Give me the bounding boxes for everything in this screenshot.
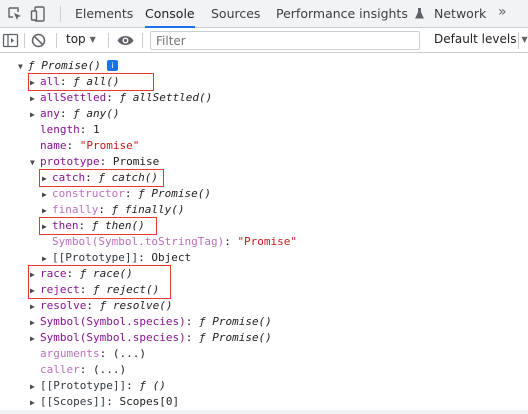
tree-row-arguments[interactable]: arguments: (...) <box>40 346 146 362</box>
tree-row-caller[interactable]: caller: (...) <box>40 362 126 378</box>
tab-sources[interactable]: Sources <box>211 0 260 28</box>
log-levels-label: Default levels <box>434 32 517 46</box>
tab-performance-insights[interactable]: Performance insights <box>276 0 424 28</box>
expand-triangle-icon[interactable]: ▶ <box>30 107 40 123</box>
highlight-box-then <box>39 217 157 235</box>
tab-performance-insights-label: Performance insights <box>276 6 408 21</box>
devtools-tabbar: Elements Console Sources Performance ins… <box>0 0 528 28</box>
expand-triangle-icon[interactable]: ▶ <box>30 395 40 411</box>
toolbar-divider <box>518 32 519 49</box>
tree-row-allsettled[interactable]: ▶ allSettled: ƒ allSettled() <box>30 90 212 106</box>
info-icon[interactable]: i <box>106 60 118 71</box>
tree-row-prototype[interactable]: ▼ prototype: Promise <box>30 154 159 170</box>
console-toolbar: top▼ Default levels▼ <box>0 28 528 53</box>
clear-console-icon[interactable] <box>30 32 47 49</box>
tree-row-prototype-function[interactable]: ▶ [[Prototype]]: ƒ () <box>30 378 166 394</box>
tab-elements[interactable]: Elements <box>75 0 133 28</box>
filter-input[interactable] <box>150 31 420 50</box>
more-tabs-button[interactable]: » <box>498 4 507 20</box>
expand-triangle-icon[interactable]: ▶ <box>30 91 40 107</box>
dropdown-caret-icon: ▼ <box>89 35 96 44</box>
tree-row-symbol-species[interactable]: ▶ Symbol(Symbol.species): ƒ Promise() <box>30 330 272 346</box>
toolbar-divider <box>108 33 109 48</box>
collapse-triangle-icon[interactable]: ▼ <box>18 59 28 75</box>
tree-root-promise[interactable]: ▼ ƒ Promise() i <box>18 58 118 74</box>
expand-triangle-icon[interactable]: ▶ <box>30 299 40 315</box>
flask-icon <box>414 8 424 19</box>
sidebar-toggle-icon[interactable] <box>2 32 19 49</box>
highlight-box-catch <box>39 169 164 187</box>
js-context-selector[interactable]: top ▼ <box>66 32 96 46</box>
live-expression-eye-icon[interactable] <box>116 32 135 49</box>
expand-triangle-icon[interactable]: ▶ <box>42 187 52 203</box>
toolbar-divider <box>24 33 25 48</box>
tree-row-finally[interactable]: ▶ finally: ƒ finally() <box>42 202 184 218</box>
toolbar-divider <box>56 33 57 48</box>
tree-row-any[interactable]: ▶ any: ƒ any() <box>30 106 120 122</box>
log-levels-dropdown[interactable]: Default levels ▼ <box>434 32 528 46</box>
js-context-label: top <box>66 32 86 46</box>
root-name: Promise() <box>41 59 101 72</box>
tab-network[interactable]: Network <box>434 0 486 28</box>
expand-triangle-icon[interactable]: ▶ <box>30 331 40 347</box>
expand-triangle-icon[interactable]: ▶ <box>30 315 40 331</box>
highlight-box-race-reject <box>28 265 171 299</box>
tabbar-divider <box>60 6 61 22</box>
tree-row-scopes[interactable]: ▶ [[Scopes]]: Scopes[0] <box>30 394 179 410</box>
tab-console[interactable]: Console <box>145 0 195 28</box>
highlight-box-all <box>28 73 154 91</box>
tree-row-length: length: 1 <box>40 123 100 136</box>
bottom-edge <box>0 410 528 414</box>
dropdown-caret-icon: ▼ <box>521 35 528 44</box>
device-toolbar-icon[interactable] <box>30 5 48 23</box>
inspect-element-icon[interactable] <box>6 5 24 23</box>
tree-row-name: name: "Promise" <box>40 139 140 152</box>
tree-row-constructor[interactable]: ▶ constructor: ƒ Promise() <box>42 186 211 202</box>
expand-triangle-icon[interactable]: ▶ <box>30 379 40 395</box>
tree-row-tostringtag: Symbol(Symbol.toStringTag): "Promise" <box>52 235 298 248</box>
tree-row-resolve[interactable]: ▶ resolve: ƒ resolve() <box>30 298 172 314</box>
tree-row-prototype-object[interactable]: ▶ [[Prototype]]: Object <box>42 250 191 266</box>
tree-row-symbol-species[interactable]: ▶ Symbol(Symbol.species): ƒ Promise() <box>30 314 272 330</box>
toolbar-divider <box>142 33 143 48</box>
